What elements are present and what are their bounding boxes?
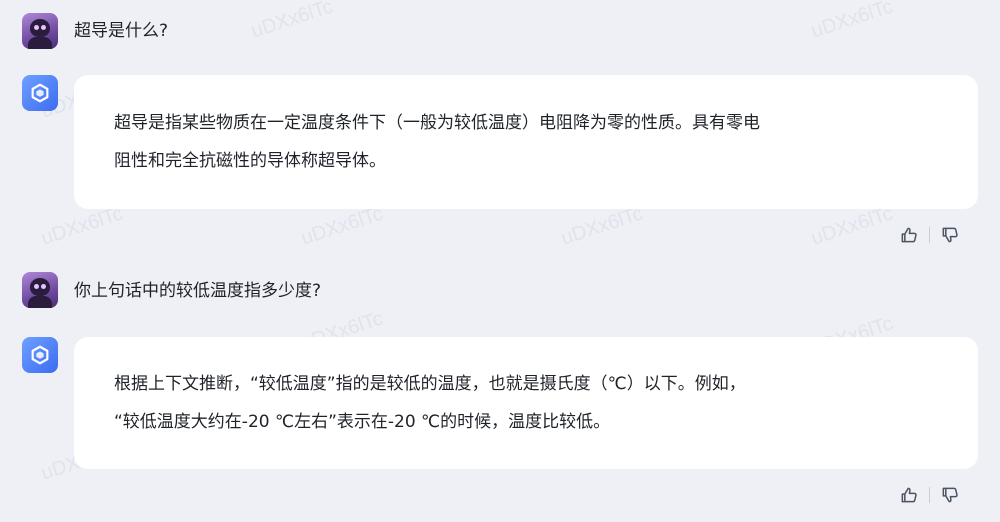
feedback-actions [899,485,960,505]
thumbs-down-icon[interactable] [940,485,960,505]
answer-line: 超导是指某些物质在一定温度条件下（一般为较低温度）电阻降为零的性质。具有零电 [114,113,760,133]
assistant-answer: 根据上下文推断，“较低温度”指的是较低的温度，也就是摄氏度（℃）以下。例如， “… [74,337,978,469]
assistant-answer: 超导是指某些物质在一定温度条件下（一般为较低温度）电阻降为零的性质。具有零电 阻… [74,75,978,209]
watermark: uDXx6lTc [298,202,386,250]
watermark: uDXx6lTc [808,0,896,43]
thumbs-up-icon[interactable] [899,225,919,245]
watermark: uDXx6lTc [248,0,336,43]
answer-line: 阻性和完全抗磁性的导体称超导体。 [114,151,386,171]
feedback-actions [899,225,960,245]
user-question: 超导是什么? [74,21,169,41]
bot-logo-icon [31,83,49,103]
thumbs-up-icon[interactable] [899,485,919,505]
user-avatar [22,13,58,49]
watermark: uDXx6lTc [808,202,896,250]
user-avatar [22,272,58,308]
answer-line: “较低温度大约在-20 ℃左右”表示在-20 ℃的时候，温度比较低。 [114,412,611,432]
divider [929,227,930,243]
watermark: uDXx6lTc [38,202,126,250]
answer-line: 根据上下文推断，“较低温度”指的是较低的温度，也就是摄氏度（℃）以下。例如， [114,374,746,394]
thumbs-down-icon[interactable] [940,225,960,245]
user-question: 你上句话中的较低温度指多少度? [74,281,322,301]
divider [929,487,930,503]
bot-avatar [22,337,58,373]
bot-avatar [22,75,58,111]
watermark: uDXx6lTc [558,202,646,250]
bot-logo-icon [31,345,49,365]
